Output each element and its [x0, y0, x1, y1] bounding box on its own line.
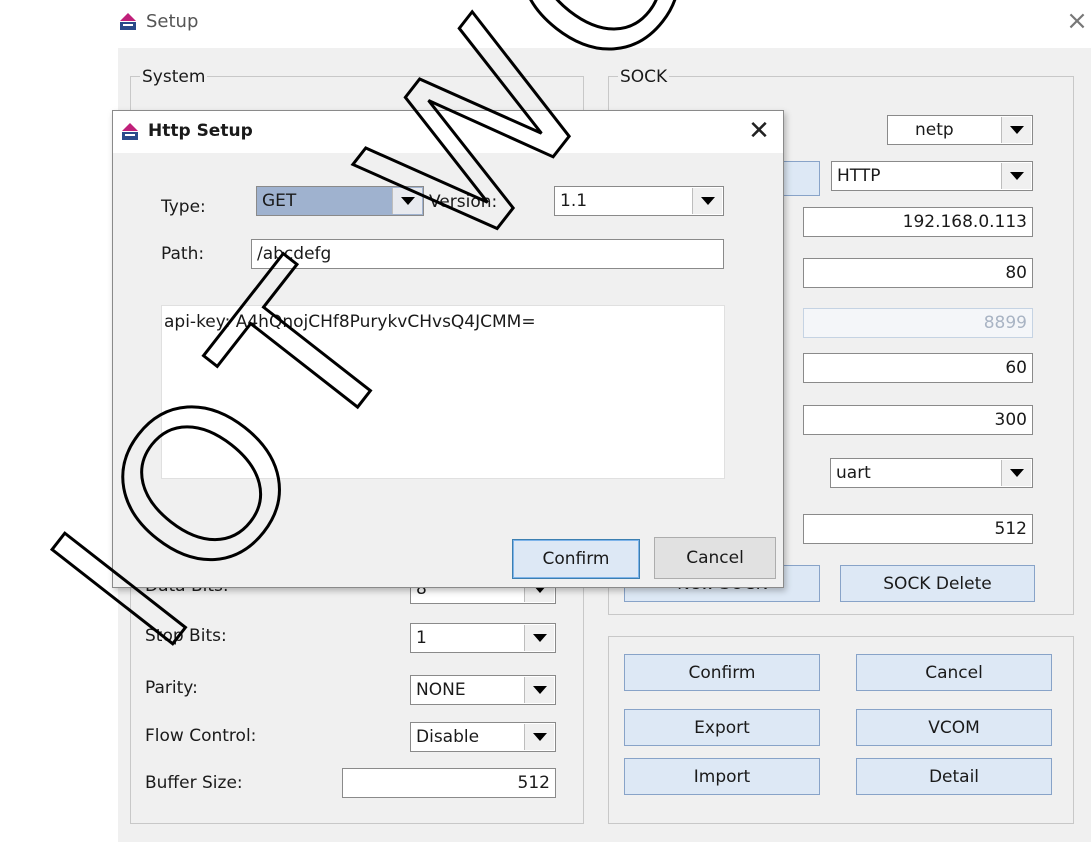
system-group-title: System: [140, 67, 208, 87]
sock-buffer-value: 512: [994, 519, 1027, 539]
timeout-value: 60: [1005, 358, 1027, 378]
sock-name-value: netp: [915, 120, 954, 140]
window-title: Setup: [146, 11, 199, 32]
vcom-button[interactable]: VCOM: [856, 709, 1052, 746]
version-value: 1.1: [560, 191, 588, 211]
local-port-input[interactable]: 8899: [803, 308, 1033, 338]
sock-buffer-input[interactable]: 512: [803, 514, 1033, 544]
flow-control-value: Disable: [416, 727, 480, 747]
chevron-down-icon[interactable]: [524, 677, 554, 703]
chevron-down-icon[interactable]: [524, 625, 554, 651]
app-icon: [122, 123, 138, 140]
route-select[interactable]: uart: [830, 458, 1033, 488]
sock-name-select[interactable]: netp: [887, 115, 1033, 145]
protocol-select[interactable]: HTTP: [831, 161, 1033, 191]
chevron-down-icon[interactable]: [392, 188, 422, 214]
confirm-button[interactable]: Confirm: [624, 654, 820, 691]
dialog-title: Http Setup: [148, 121, 253, 141]
chevron-down-icon[interactable]: [524, 724, 554, 750]
chevron-down-icon[interactable]: [692, 188, 722, 214]
tcp-timeout-input[interactable]: 300: [803, 405, 1033, 435]
stop-bits-select[interactable]: 1: [410, 623, 556, 653]
dialog-cancel-button[interactable]: Cancel: [654, 537, 776, 579]
detail-button[interactable]: Detail: [856, 758, 1052, 795]
type-label: Type:: [161, 197, 206, 217]
version-label: Version:: [429, 192, 498, 212]
route-value: uart: [836, 463, 871, 483]
flow-control-select[interactable]: Disable: [410, 722, 556, 752]
timeout-input[interactable]: 60: [803, 353, 1033, 383]
export-button[interactable]: Export: [624, 709, 820, 746]
server-address-value: 192.168.0.113: [902, 212, 1027, 232]
chevron-down-icon[interactable]: [1001, 117, 1031, 143]
close-icon[interactable]: ✕: [741, 113, 777, 149]
server-port-input[interactable]: 80: [803, 258, 1033, 288]
http-setup-dialog: Http Setup ✕ Type: GET Version: 1.1 Path…: [112, 110, 784, 588]
sock-delete-button[interactable]: SOCK Delete: [840, 565, 1035, 602]
chevron-down-icon[interactable]: [1001, 460, 1031, 486]
type-select[interactable]: GET: [256, 186, 424, 216]
type-value: GET: [262, 191, 297, 211]
protocol-value: HTTP: [837, 166, 881, 186]
path-input[interactable]: /abcdefg: [251, 239, 724, 269]
close-icon[interactable]: ×: [1062, 6, 1091, 36]
server-port-value: 80: [1005, 263, 1027, 283]
parity-select[interactable]: NONE: [410, 675, 556, 705]
buffer-size-value: 512: [517, 773, 550, 793]
import-button[interactable]: Import: [624, 758, 820, 795]
server-address-input[interactable]: 192.168.0.113: [803, 207, 1033, 237]
buffer-size-label: Buffer Size:: [145, 773, 243, 793]
buffer-size-input[interactable]: 512: [342, 768, 556, 798]
headers-text: api-key: A4hQnojCHf8PurykvCHvsQ4JCMM=: [164, 312, 536, 332]
path-value: /abcdefg: [257, 244, 332, 264]
app-icon: [120, 13, 136, 30]
parity-label: Parity:: [145, 678, 198, 698]
stop-bits-label: Stop Bits:: [145, 626, 227, 646]
tcp-timeout-value: 300: [994, 410, 1027, 430]
dialog-confirm-button[interactable]: Confirm: [512, 539, 640, 579]
chevron-down-icon[interactable]: [1001, 163, 1031, 189]
stop-bits-value: 1: [416, 628, 427, 648]
flow-control-label: Flow Control:: [145, 726, 257, 746]
local-port-value: 8899: [983, 313, 1027, 333]
path-label: Path:: [161, 244, 205, 264]
parity-value: NONE: [416, 680, 466, 700]
sock-group-title: SOCK: [618, 67, 670, 87]
cancel-button[interactable]: Cancel: [856, 654, 1052, 691]
version-select[interactable]: 1.1: [554, 186, 724, 216]
headers-textarea[interactable]: api-key: A4hQnojCHf8PurykvCHvsQ4JCMM=: [161, 305, 725, 479]
